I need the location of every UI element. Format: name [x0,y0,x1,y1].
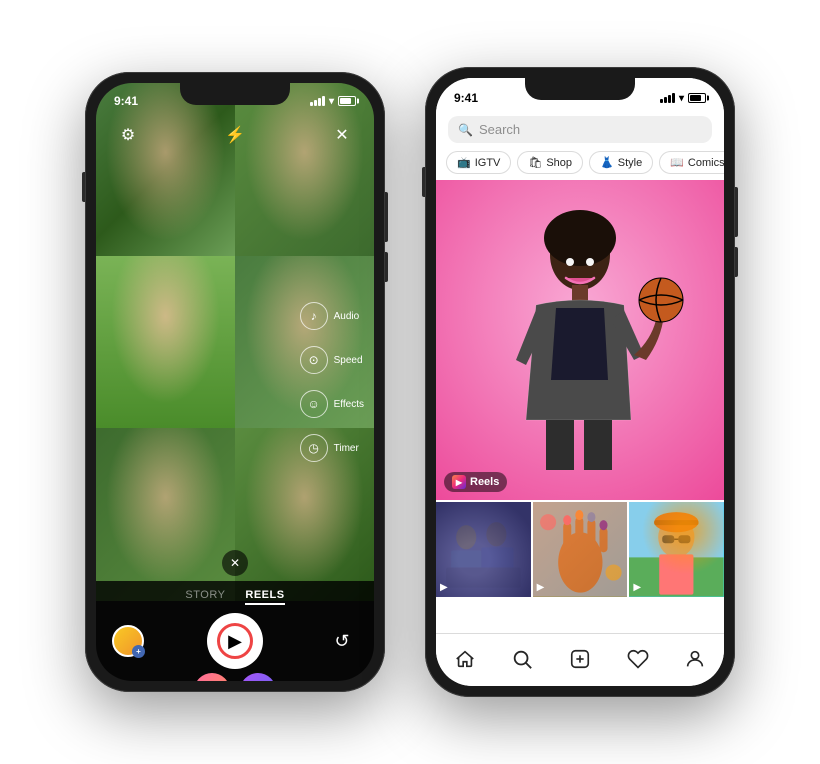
effects-control[interactable]: ☺ Effects [300,390,364,418]
reels-camera: 9:41 ▾ [96,83,374,681]
wifi-icon: ▾ [329,96,334,107]
heart-icon [627,648,649,670]
effect-purple[interactable]: 🌀 [240,673,276,681]
camera-bottom: STORY REELS + ▶ ↺ [96,581,374,681]
igtv-label: IGTV [475,157,501,169]
chip-shop[interactable]: 🛍 Shop [517,151,583,174]
ig-screen: 9:41 ▾ [436,78,724,686]
avatar-plus-icon: + [132,645,145,658]
nav-search-icon [511,648,533,670]
audio-label: Audio [334,311,360,322]
reels-tab[interactable]: REELS [245,589,284,605]
signal-icon [310,96,325,106]
speed-label: Speed [334,355,363,366]
speed-icon: ⊙ [300,346,328,374]
thumbnail-grid: ▶ [436,502,724,597]
audio-icon: ♪ [300,302,328,330]
camera-top-bar: ⚙ ⚡ ✕ [96,119,374,151]
left-phone: 9:41 ▾ [85,72,385,692]
reels-badge: ▶ Reels [444,472,507,492]
timer-icon: ◷ [300,434,328,462]
reels-record-icon: ▶ [228,631,242,652]
style-label: Style [618,157,642,169]
search-input-wrapper[interactable]: 🔍 Search [448,116,712,143]
effect-pink[interactable]: ✨ [194,673,230,681]
nav-add-button[interactable] [558,644,602,674]
search-icon: 🔍 [458,123,473,137]
camera-cell-3 [96,256,235,429]
nav-home-button[interactable] [443,644,487,674]
thumb-2-play-icon: ▶ [537,582,545,593]
camera-controls-row: + ▶ ↺ [96,613,374,669]
scene: 9:41 ▾ [0,0,820,764]
thumb-3-play-icon: ▶ [633,582,641,593]
thumb-3-img [629,502,724,597]
profile-icon [684,648,706,670]
shop-label: Shop [546,157,572,169]
status-icons-right: ▾ [660,93,706,104]
chip-comics[interactable]: 📖 Comics [659,151,724,174]
comics-icon: 📖 [670,156,684,169]
right-phone: 9:41 ▾ [425,67,735,697]
wifi-icon-right: ▾ [679,93,684,104]
speed-control[interactable]: ⊙ Speed [300,346,364,374]
effects-row: ✨ 🌀 [194,673,276,681]
home-icon [454,648,476,670]
thumb-1-img [436,502,531,597]
comics-label: Comics [688,157,724,169]
flip-camera-button[interactable]: ↺ [326,625,358,657]
notch [180,83,290,105]
status-icons-left: ▾ [310,96,356,107]
dismiss-button[interactable]: ✕ [222,550,248,576]
time-left: 9:41 [114,94,138,108]
chip-style[interactable]: 👗 Style [589,151,653,174]
chip-igtv[interactable]: 📺 IGTV [446,151,511,174]
timer-label: Timer [334,443,359,454]
camera-cell-5 [96,428,235,601]
thumb-2[interactable]: ▶ [533,502,628,597]
nav-likes-button[interactable] [616,644,660,674]
shop-icon: 🛍 [528,156,542,169]
category-chips: 📺 IGTV 🛍 Shop 👗 Style 📖 Comics [436,147,724,180]
hero-image[interactable]: ▶ Reels [436,180,724,500]
search-bar[interactable]: 🔍 Search [436,110,724,147]
story-tab[interactable]: STORY [185,589,225,605]
shutter-button[interactable]: ▶ [207,613,263,669]
thumb-2-img [533,502,628,597]
add-icon [569,648,591,670]
close-button[interactable]: ✕ [326,119,358,151]
nav-profile-button[interactable] [673,644,717,674]
flash-button[interactable]: ⚡ [219,119,251,151]
time-right: 9:41 [454,91,478,105]
hero-svg [436,180,724,500]
notch-right [525,78,635,100]
right-controls: ♪ Audio ⊙ Speed ☺ Effects ◷ Timer [300,302,364,462]
bottom-nav [436,633,724,686]
thumb-3[interactable]: ▶ [629,502,724,597]
audio-control[interactable]: ♪ Audio [300,302,364,330]
story-reels-tabs: STORY REELS [185,581,284,613]
thumb-1[interactable]: ▶ [436,502,531,597]
reels-badge-icon: ▶ [452,475,466,489]
style-icon: 👗 [600,156,614,169]
battery-icon [338,96,356,106]
search-placeholder: Search [479,122,520,137]
reels-badge-label: Reels [470,476,499,488]
nav-search-button[interactable] [500,644,544,674]
igtv-icon: 📺 [457,156,471,169]
effects-label: Effects [334,399,364,410]
ig-content: ▶ Reels [436,180,724,633]
effects-icon: ☺ [300,390,328,418]
shutter-inner: ▶ [217,623,253,659]
signal-icon-right [660,93,675,103]
user-avatar[interactable]: + [112,625,144,657]
timer-control[interactable]: ◷ Timer [300,434,364,462]
settings-button[interactable]: ⚙ [112,119,144,151]
thumb-1-play-icon: ▶ [440,582,448,593]
battery-icon-right [688,93,706,103]
